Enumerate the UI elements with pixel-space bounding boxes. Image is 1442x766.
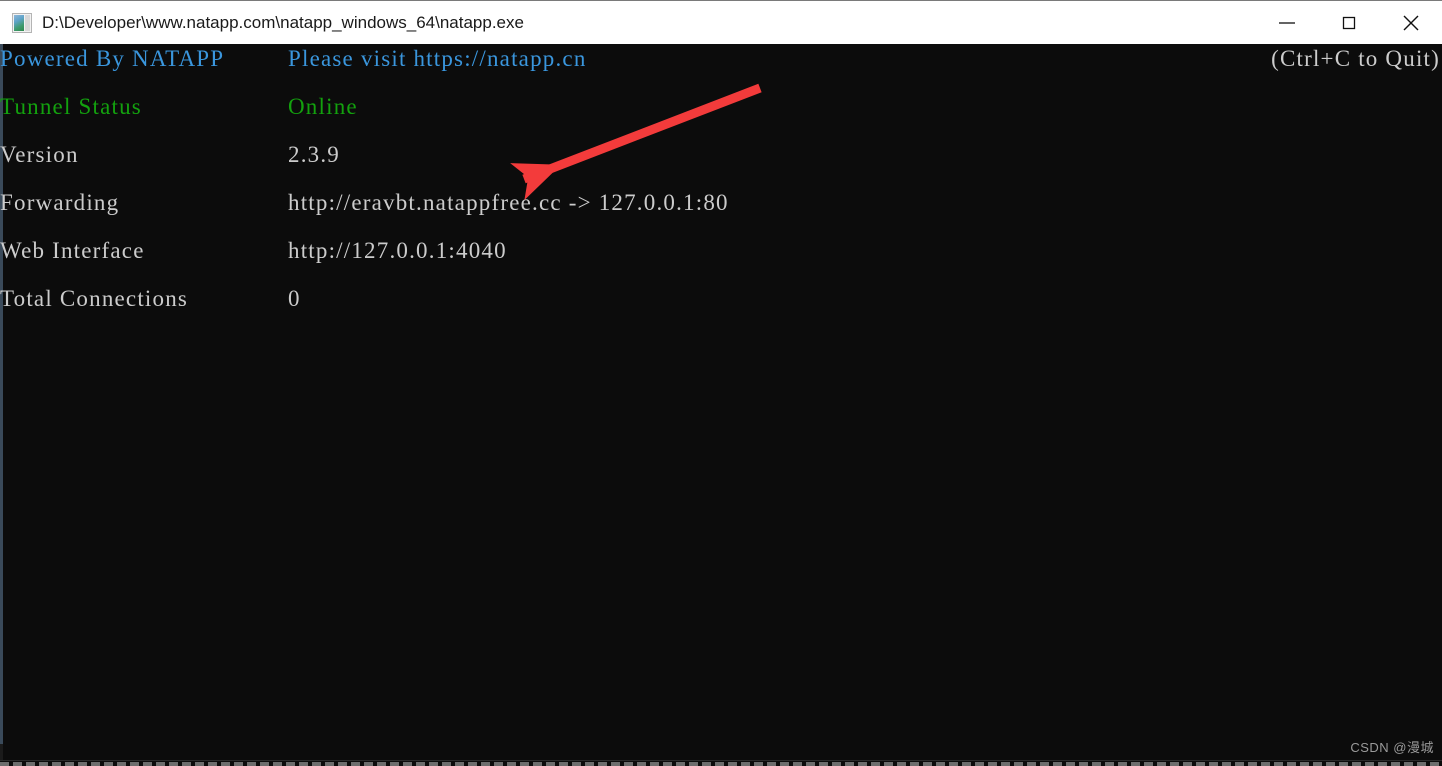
maximize-icon xyxy=(1342,16,1356,30)
maximize-button[interactable] xyxy=(1318,1,1380,45)
app-window: D:\Developer\www.natapp.com\natapp_windo… xyxy=(0,0,1442,766)
console-row-value[interactable]: Please visit https://natapp.cn xyxy=(288,44,587,74)
console-row: Forwarding http://eravbt.natappfree.cc -… xyxy=(0,188,1442,218)
total-connections-value: 0 xyxy=(288,286,301,311)
close-icon xyxy=(1403,15,1419,31)
tunnel-status-label: Tunnel Status xyxy=(0,94,142,119)
version-label: Version xyxy=(0,142,79,167)
console-row: Web Interface http://127.0.0.1:4040 xyxy=(0,236,1442,266)
tunnel-status-value: Online xyxy=(288,94,358,119)
forwarding-url[interactable]: http://eravbt.natappfree.cc -> 127.0.0.1… xyxy=(288,188,729,218)
console-row-label: Powered By NATAPP xyxy=(0,46,225,71)
console-row: Total Connections 0 xyxy=(0,284,1442,314)
console-row: Version 2.3.9 xyxy=(0,140,1442,170)
web-interface-url[interactable]: http://127.0.0.1:4040 xyxy=(288,236,507,266)
version-value: 2.3.9 xyxy=(288,142,340,167)
console-row: Tunnel Status Online xyxy=(0,92,1442,122)
web-interface-label: Web Interface xyxy=(0,238,145,263)
window-controls xyxy=(1256,1,1442,45)
console-row: Powered By NATAPP Please visit https://n… xyxy=(0,44,1442,74)
console-bottom-scrollbar-thumb[interactable] xyxy=(0,762,1442,766)
forwarding-label: Forwarding xyxy=(0,190,120,215)
window-title: D:\Developer\www.natapp.com\natapp_windo… xyxy=(42,12,524,32)
total-connections-label: Total Connections xyxy=(0,286,189,311)
quit-hint: (Ctrl+C to Quit) xyxy=(1271,46,1440,71)
minimize-icon xyxy=(1279,22,1295,24)
console-output-area[interactable]: Powered By NATAPP Please visit https://n… xyxy=(0,44,1442,766)
console-bottom-scrollbar[interactable] xyxy=(0,760,1442,766)
window-titlebar[interactable]: D:\Developer\www.natapp.com\natapp_windo… xyxy=(0,0,1442,44)
console-app-icon xyxy=(12,12,32,33)
watermark: CSDN @漫城 xyxy=(1350,740,1434,755)
minimize-button[interactable] xyxy=(1256,1,1318,45)
close-button[interactable] xyxy=(1380,1,1442,45)
